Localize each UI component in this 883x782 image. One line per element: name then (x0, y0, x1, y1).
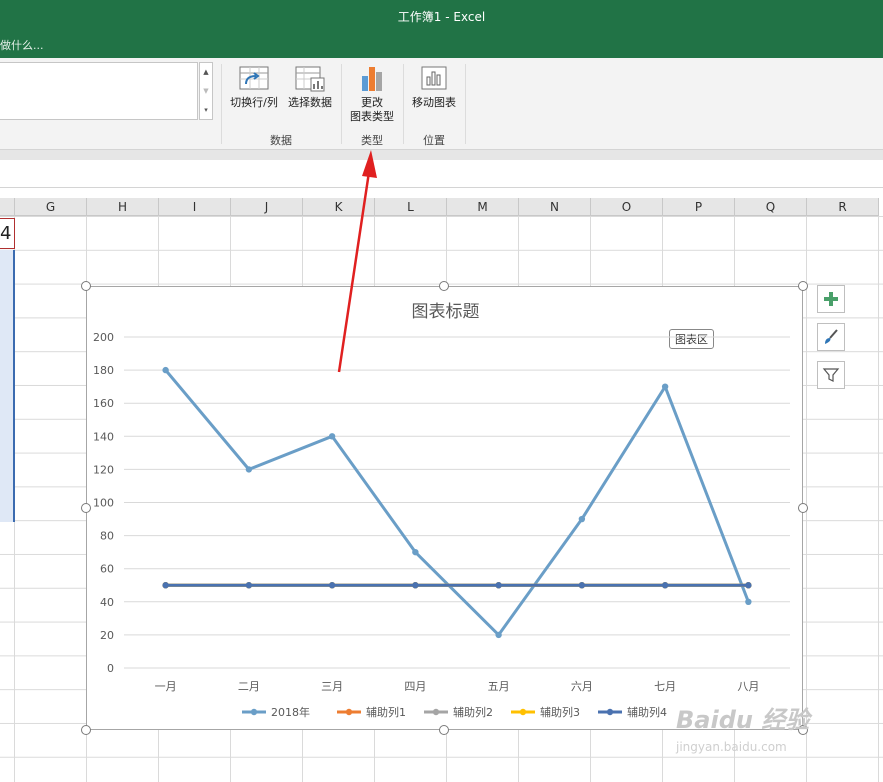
watermark-logo: Baidu 经验 (676, 706, 810, 734)
arrow-shaft (337, 171, 371, 373)
watermark-url: jingyan.baidu.com (676, 740, 787, 754)
annotation-arrow (337, 150, 377, 373)
arrow-head (362, 150, 377, 178)
